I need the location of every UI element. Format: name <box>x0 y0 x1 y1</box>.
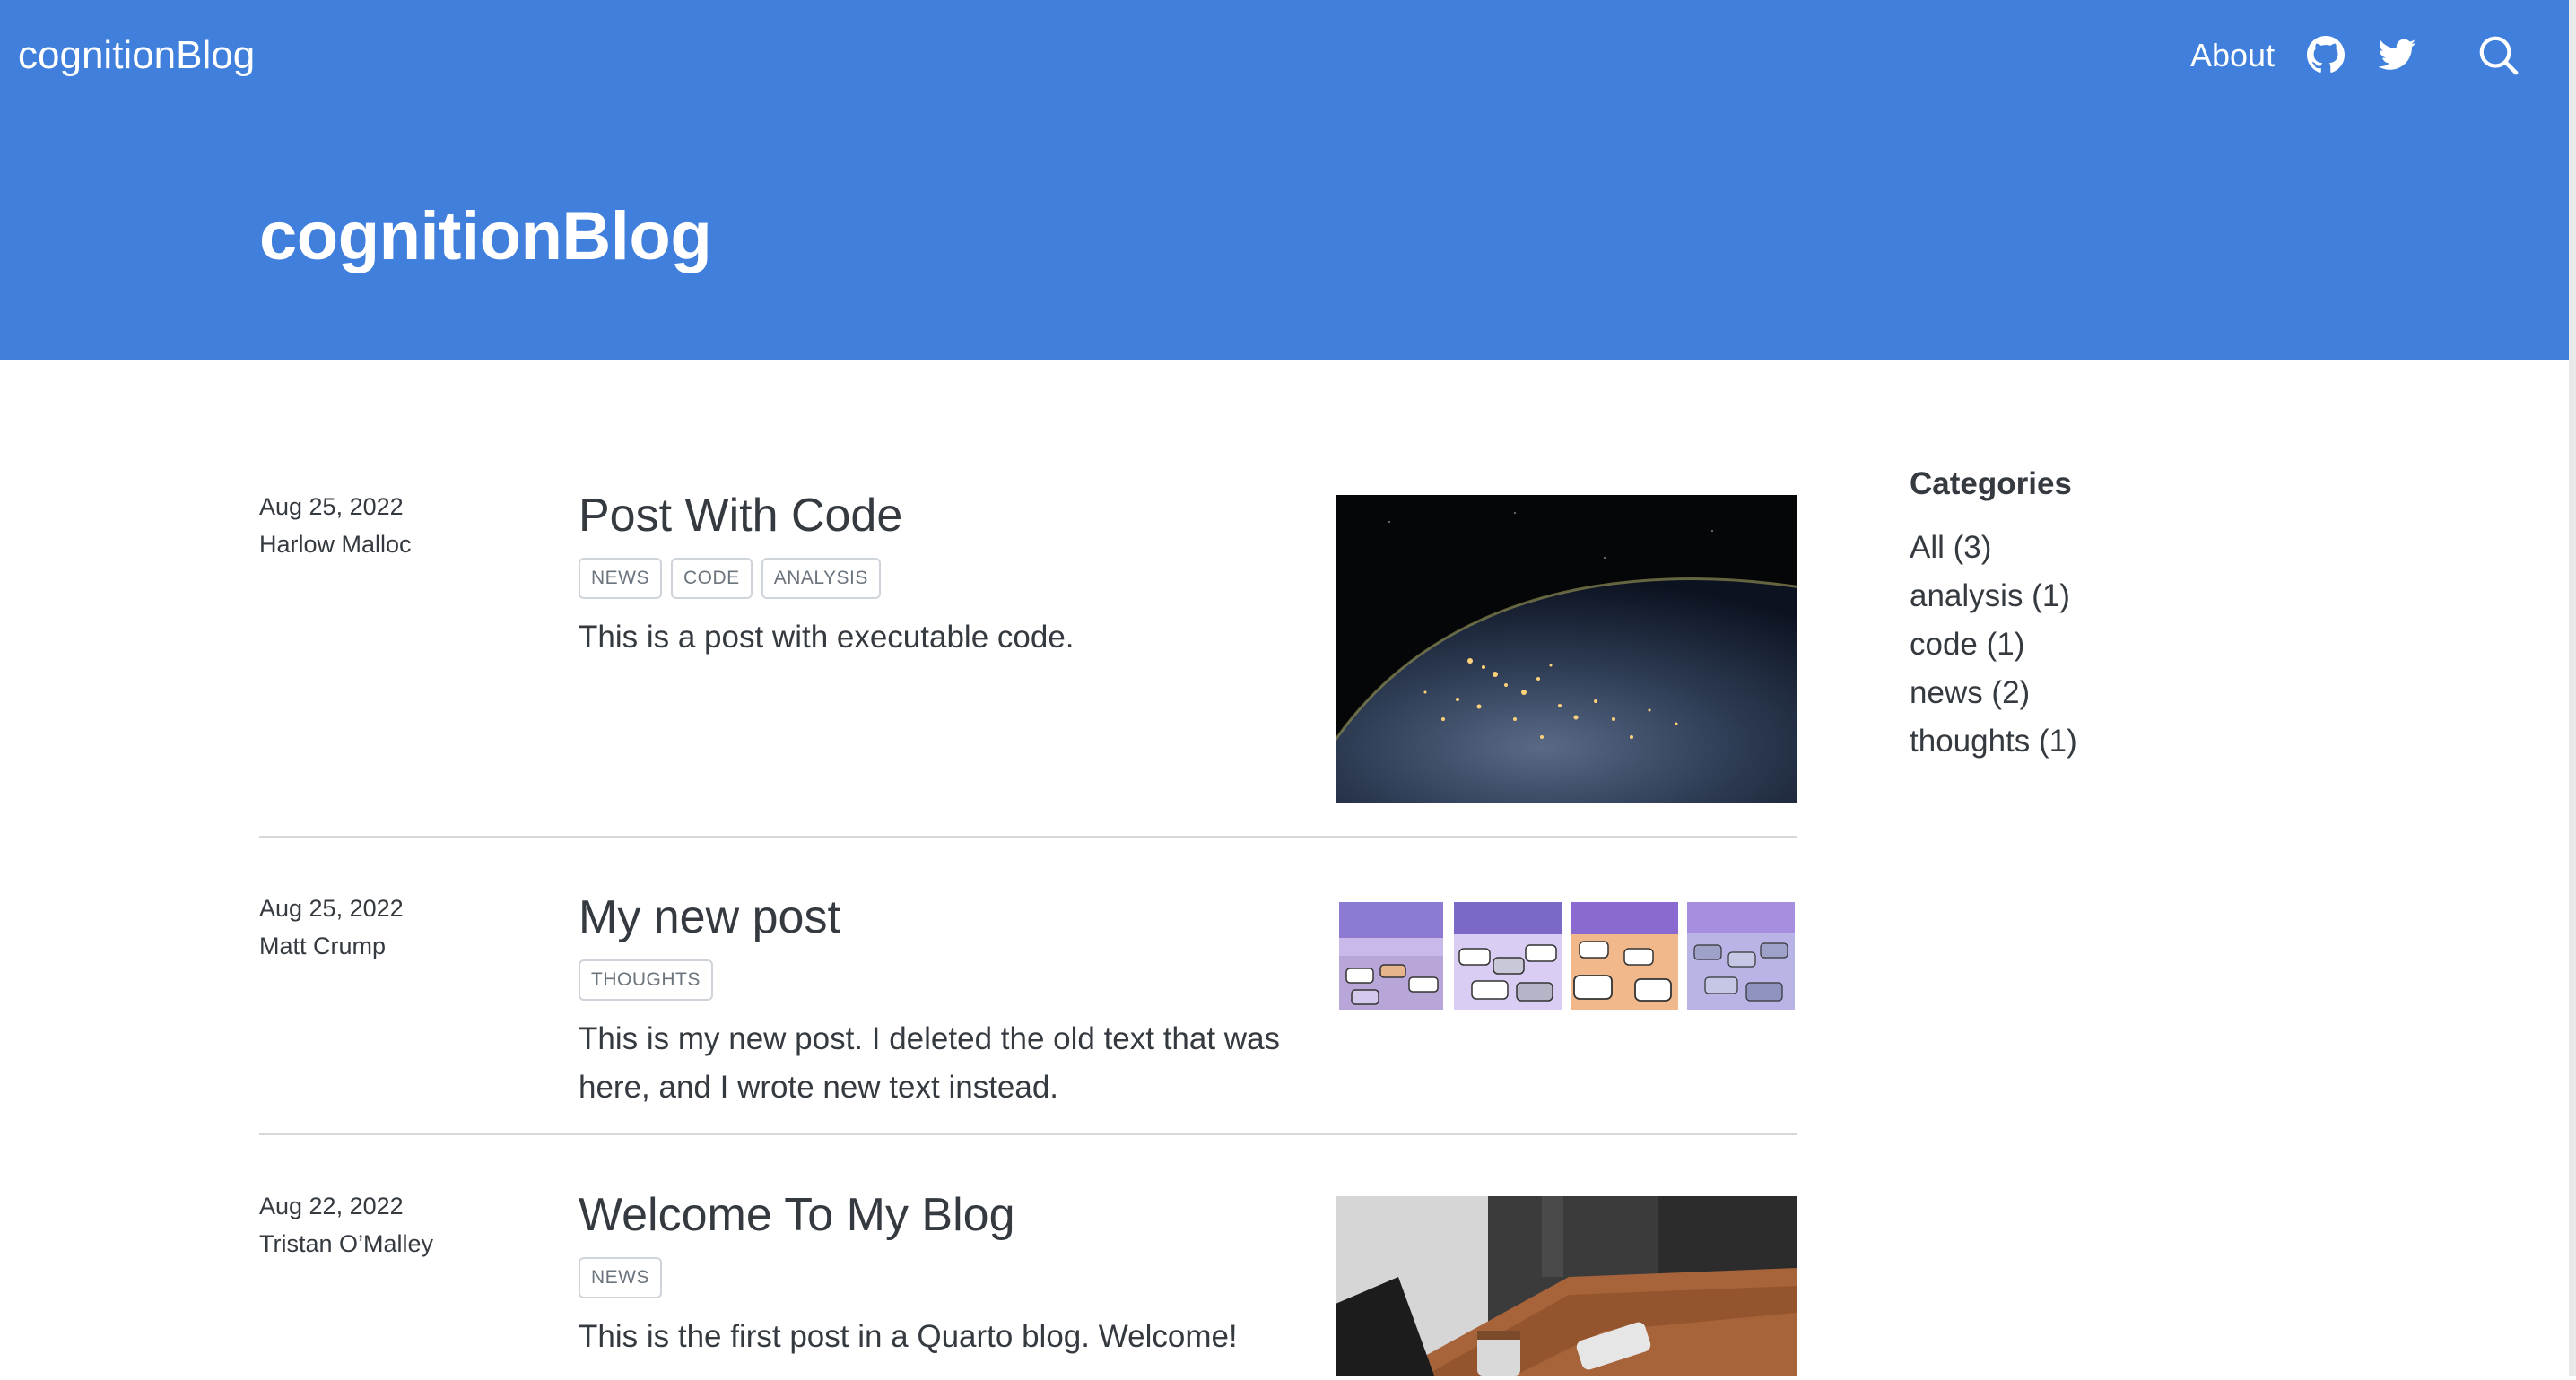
twitter-icon[interactable] <box>2377 34 2418 75</box>
post-thumbnail-traffic[interactable] <box>1336 900 1797 1013</box>
categories-heading: Categories <box>1910 466 2072 501</box>
post-title[interactable]: Welcome To My Blog <box>579 1184 1287 1246</box>
page-title: cognitionBlog <box>259 198 712 274</box>
category-link-code[interactable]: code (1) <box>1910 621 2358 669</box>
post-date: Aug 25, 2022 <box>259 493 404 520</box>
category-badge[interactable]: THOUGHTS <box>579 959 713 1001</box>
nav-about-link[interactable]: About <box>2190 29 2275 82</box>
post-body: Post With Code NEWS CODE ANALYSIS This i… <box>579 484 1287 662</box>
post-date: Aug 22, 2022 <box>259 1193 404 1219</box>
post-meta: Aug 25, 2022 Harlow Malloc <box>259 488 546 563</box>
post-description: This is the first post in a Quarto blog.… <box>579 1319 1238 1354</box>
post-divider <box>259 836 1797 838</box>
post-description: This is a post with executable code. <box>579 620 1075 655</box>
post-categories: THOUGHTS <box>579 959 1287 1001</box>
post-categories: NEWS <box>579 1257 1287 1298</box>
post-meta: Aug 25, 2022 Matt Crump <box>259 890 546 965</box>
post-thumbnail-desk[interactable] <box>1336 1196 1797 1376</box>
post-author: Harlow Malloc <box>259 531 412 558</box>
brand-link[interactable]: cognitionBlog <box>18 27 255 84</box>
category-badge[interactable]: ANALYSIS <box>761 558 881 599</box>
category-badge[interactable]: NEWS <box>579 558 662 599</box>
github-icon[interactable] <box>2305 34 2346 75</box>
post-date: Aug 25, 2022 <box>259 895 404 922</box>
post-categories: NEWS CODE ANALYSIS <box>579 558 1287 599</box>
post-listing-item[interactable]: Aug 25, 2022 Harlow Malloc Post With Cod… <box>259 484 1839 825</box>
category-link-all[interactable]: All (3) <box>1910 524 2358 572</box>
post-description: This is my new post. I deleted the old t… <box>579 1021 1281 1105</box>
search-icon[interactable] <box>2477 34 2519 75</box>
site-header: cognitionBlog About cognitionBlog <box>0 0 2569 360</box>
post-author: Tristan O’Malley <box>259 1230 434 1257</box>
post-thumbnail-earth[interactable] <box>1298 495 1839 804</box>
post-body: Welcome To My Blog NEWS This is the firs… <box>579 1184 1287 1361</box>
post-listing-item[interactable]: Aug 22, 2022 Tristan O’Malley Welcome To… <box>259 1184 1797 1376</box>
post-body: My new post THOUGHTS This is my new post… <box>579 886 1287 1112</box>
category-link-analysis[interactable]: analysis (1) <box>1910 572 2358 621</box>
post-meta: Aug 22, 2022 Tristan O’Malley <box>259 1187 546 1263</box>
post-divider <box>259 1133 1797 1135</box>
post-title[interactable]: Post With Code <box>579 484 1287 547</box>
post-listing-item[interactable]: Aug 25, 2022 Matt Crump My new post THOU… <box>259 886 1797 1128</box>
category-link-news[interactable]: news (2) <box>1910 669 2358 717</box>
categories-sidebar: Categories All (3) analysis (1) code (1)… <box>1910 457 2358 766</box>
scrollbar-track[interactable] <box>2569 0 2576 1376</box>
post-title[interactable]: My new post <box>579 886 1287 949</box>
category-link-thoughts[interactable]: thoughts (1) <box>1910 717 2358 766</box>
category-badge[interactable]: CODE <box>671 558 753 599</box>
post-author: Matt Crump <box>259 933 387 959</box>
category-badge[interactable]: NEWS <box>579 1257 662 1298</box>
